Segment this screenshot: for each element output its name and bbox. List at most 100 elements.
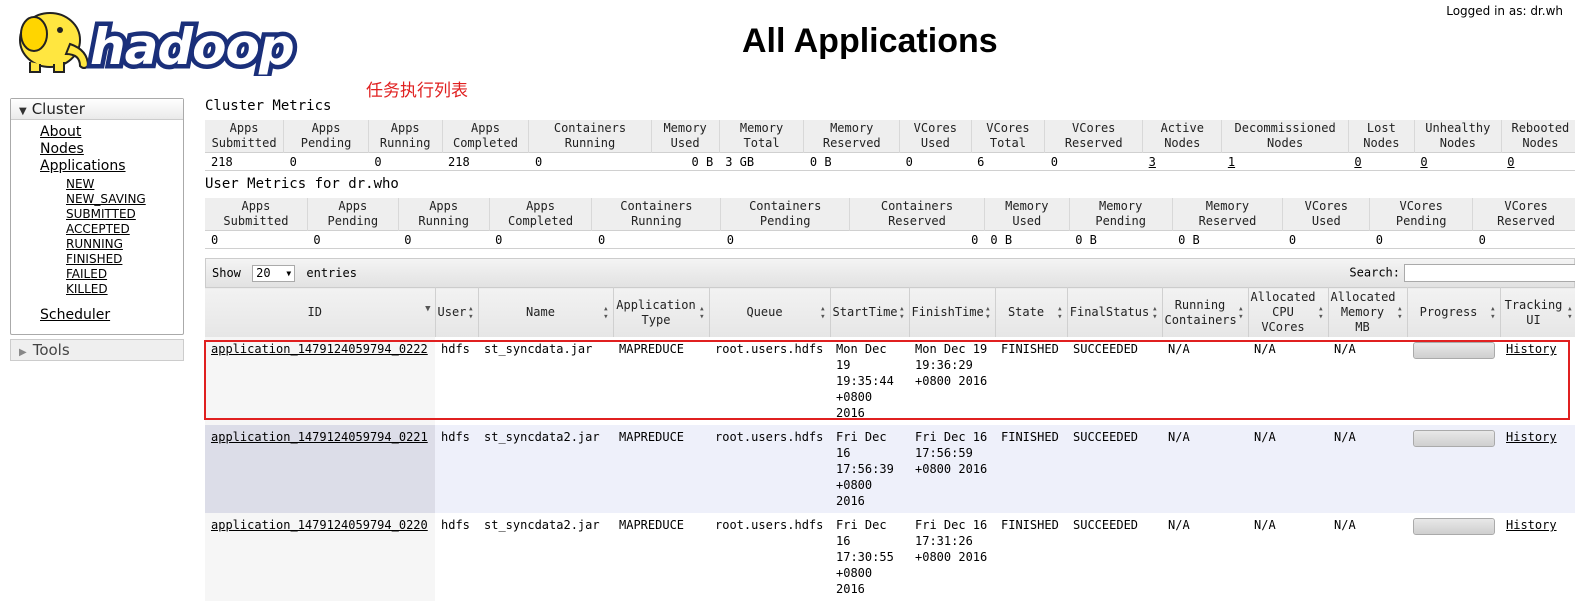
nav-state-running[interactable]: RUNNING [11,237,183,252]
applications-panel: Show 20 ▼ entries Search: ID ▼ User ▴ ▾ Name… [205,258,1575,601]
cm-header-9: VCores Total [971,120,1046,153]
cluster-toggle[interactable]: ▼ Cluster [11,99,183,120]
cell-user: hdfs [435,513,478,601]
cell-finishtime: Mon Dec 19 19:36:29 +0800 2016 [909,337,995,425]
decommissioned-nodes-link[interactable]: 1 [1228,155,1235,169]
sort-icon: ▴ ▾ [468,303,474,322]
col-header-progress[interactable]: Progress ▴ ▾ [1407,287,1501,337]
col-header-id[interactable]: ID ▼ [205,287,436,337]
cm-header-2: Apps Running [368,120,443,153]
cm-rebooted-nodes: 0 [1501,152,1575,171]
cell-starttime: Fri Dec 16 17:56:39 +0800 2016 [830,425,909,513]
cell-starttime: Mon Dec 19 19:35:44 +0800 2016 [830,337,909,425]
search-label: Search: [1349,265,1400,280]
user-metrics-table: Apps Submitted Apps Pending Apps Running Ap… [205,198,1575,249]
nav-state-accepted[interactable]: ACCEPTED [11,222,183,237]
unhealthy-nodes-link[interactable]: 0 [1420,155,1427,169]
cm-containers-running: 0 [528,152,652,171]
um-containers-pending: 0 [720,230,850,249]
cell-finalstatus: SUCCEEDED [1067,513,1162,601]
progress-bar [1413,518,1495,535]
cell-type: MAPREDUCE [613,513,709,601]
cm-header-1: Apps Pending [283,120,369,153]
um-apps-pending: 0 [307,230,399,249]
cell-allocated-memory: N/A [1328,425,1407,513]
cm-active-nodes: 3 [1142,152,1222,171]
rebooted-nodes-link[interactable]: 0 [1507,155,1514,169]
cell-running-containers: N/A [1162,513,1248,601]
history-link[interactable]: History [1506,430,1557,444]
sort-icon: ▴ ▾ [985,303,991,322]
cm-header-0: Apps Submitted [205,120,285,153]
cm-header-6: Memory Total [719,120,805,153]
entries-label: entries [306,266,357,280]
cm-header-13: Lost Nodes [1348,120,1415,153]
user-metrics-header-row: Apps Submitted Apps Pending Apps Running Ap… [205,198,1575,231]
col-header-queue[interactable]: Queue ▴ ▾ [709,287,831,337]
nav-state-killed[interactable]: KILLED [11,282,183,297]
sidebar: ▼ Cluster About Nodes Applications NEW NE… [10,98,184,361]
col-header-state[interactable]: State ▴ ▾ [995,287,1068,337]
tools-toggle[interactable]: ▶ Tools [10,339,184,361]
col-header-finalstatus[interactable]: FinalStatus ▴ ▾ [1067,287,1163,337]
um-apps-running: 0 [398,230,490,249]
lost-nodes-link[interactable]: 0 [1354,155,1361,169]
um-header-4: Containers Running [591,198,722,231]
application-id-link[interactable]: application_1479124059794_0221 [211,430,428,444]
sort-icon: ▴ ▾ [1567,303,1573,322]
apps-header-row: ID ▼ User ▴ ▾ Name ▴ ▾ Application Type ▴ ▾ Que… [205,287,1575,337]
cell-queue: root.users.hdfs [709,513,830,601]
nav-state-failed[interactable]: FAILED [11,267,183,282]
col-header-name[interactable]: Name ▴ ▾ [478,287,614,337]
cell-running-containers: N/A [1162,425,1248,513]
sort-icon: ▴ ▾ [1057,303,1063,322]
cm-header-11: Active Nodes [1142,120,1223,153]
sort-icon: ▴ ▾ [899,303,905,322]
cell-finishtime: Fri Dec 16 17:31:26 +0800 2016 [909,513,995,601]
um-containers-running: 0 [591,230,721,249]
cell-starttime: Fri Dec 16 17:30:55 +0800 2016 [830,513,909,601]
cm-apps-pending: 0 [283,152,369,171]
cell-queue: root.users.hdfs [709,337,830,425]
cell-allocated-memory: N/A [1328,337,1407,425]
cell-running-containers: N/A [1162,337,1248,425]
nav-state-new[interactable]: NEW [11,177,183,192]
nav-state-submitted[interactable]: SUBMITTED [11,207,183,222]
page-size-select[interactable]: 20 ▼ [252,265,296,282]
application-id-link[interactable]: application_1479124059794_0222 [211,342,428,356]
tools-label: Tools [32,341,70,359]
cluster-metrics-title: Cluster Metrics [205,98,332,114]
history-link[interactable]: History [1506,342,1557,356]
search-input[interactable] [1404,264,1575,282]
sort-icon: ▴ ▾ [603,303,609,322]
col-header-user[interactable]: User ▴ ▾ [435,287,479,337]
annotation-label: 任务执行列表 [366,81,468,101]
col-header-allocated-memory[interactable]: Allocated Memory MB ▴ ▾ [1328,287,1408,337]
nav-link-nodes[interactable]: Nodes [11,141,183,158]
col-header-tracking-ui[interactable]: Tracking UI ▴ ▾ [1500,287,1575,337]
application-id-link[interactable]: application_1479124059794_0220 [211,518,428,532]
um-memory-pending: 0 B [1069,230,1173,249]
nav-link-about[interactable]: About [11,124,183,141]
col-header-starttime[interactable]: StartTime ▴ ▾ [830,287,910,337]
col-header-finishtime[interactable]: FinishTime ▴ ▾ [909,287,996,337]
nav-link-scheduler[interactable]: Scheduler [11,307,183,324]
cell-type: MAPREDUCE [613,425,709,513]
col-header-running-containers[interactable]: Running Containers ▴ ▾ [1162,287,1249,337]
col-header-allocated-cpu[interactable]: Allocated CPU VCores ▴ ▾ [1248,287,1329,337]
col-header-type[interactable]: Application Type ▴ ▾ [613,287,710,337]
cell-progress [1407,425,1500,513]
history-link[interactable]: History [1506,518,1557,532]
cm-vcores-total: 6 [971,152,1045,171]
active-nodes-link[interactable]: 3 [1149,155,1156,169]
um-header-7: Memory Used [984,198,1070,231]
um-header-1: Apps Pending [307,198,399,231]
sort-icon: ▴ ▾ [1490,303,1496,322]
cm-memory-used: 0 B [651,152,720,171]
um-header-9: Memory Reserved [1172,198,1284,231]
um-memory-reserved: 0 B [1172,230,1283,249]
nav-state-new-saving[interactable]: NEW_SAVING [11,192,183,207]
nav-state-finished[interactable]: FINISHED [11,252,183,267]
progress-fill [1414,343,1494,358]
nav-link-applications[interactable]: Applications [11,158,183,175]
